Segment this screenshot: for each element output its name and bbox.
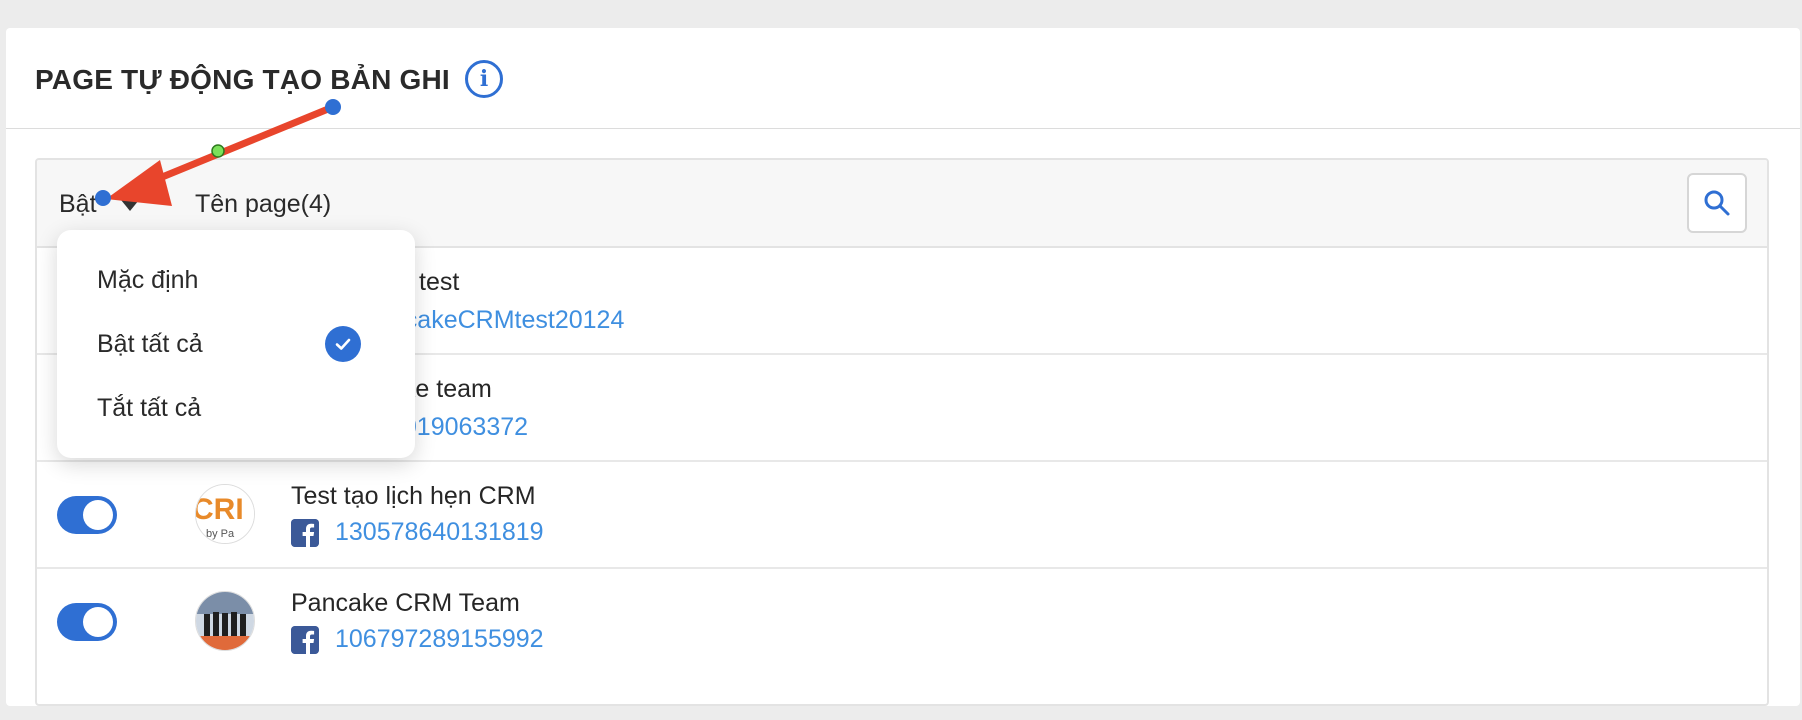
info-icon[interactable]: i — [465, 60, 503, 98]
page-id-link[interactable]: 130578640131819 — [335, 518, 544, 547]
name-column-header: Tên page(4) — [195, 190, 332, 218]
table-row: Pancake CRM Team 106797289155992 — [37, 569, 1767, 676]
page-title: PAGE TỰ ĐỘNG TẠO BẢN GHI — [35, 64, 450, 95]
page-name: test — [419, 268, 460, 296]
page-name: Test tạo lịch hẹn CRM — [291, 482, 536, 510]
page-id-link[interactable]: 106797289155992 — [335, 625, 544, 654]
avatar: CRI by Pa — [195, 484, 255, 544]
search-button[interactable] — [1687, 173, 1747, 233]
dropdown-item-disable-all[interactable]: Tắt tất cả — [97, 394, 201, 423]
avatar — [195, 591, 255, 651]
check-icon — [325, 326, 361, 362]
search-icon — [1704, 190, 1730, 216]
enable-toggle[interactable] — [57, 603, 117, 641]
chevron-down-icon[interactable] — [121, 200, 139, 211]
svg-text:CRI: CRI — [196, 493, 244, 526]
enabled-column-header[interactable]: Bật — [59, 190, 97, 219]
facebook-icon — [291, 625, 319, 654]
enable-filter-dropdown: Mặc định Bật tất cả Tắt tất cả — [57, 230, 415, 458]
card-header: PAGE TỰ ĐỘNG TẠO BẢN GHI i — [6, 28, 1800, 129]
facebook-icon — [291, 518, 319, 547]
table-row: CRI by Pa Test tạo lịch hẹn CRM 13057864… — [37, 462, 1767, 569]
dropdown-item-enable-all[interactable]: Bật tất cả — [97, 330, 203, 359]
dropdown-item-default[interactable]: Mặc định — [97, 266, 198, 295]
page-name: Pancake CRM Team — [291, 589, 520, 617]
svg-text:by Pa: by Pa — [206, 528, 235, 540]
enable-toggle[interactable] — [57, 496, 117, 534]
